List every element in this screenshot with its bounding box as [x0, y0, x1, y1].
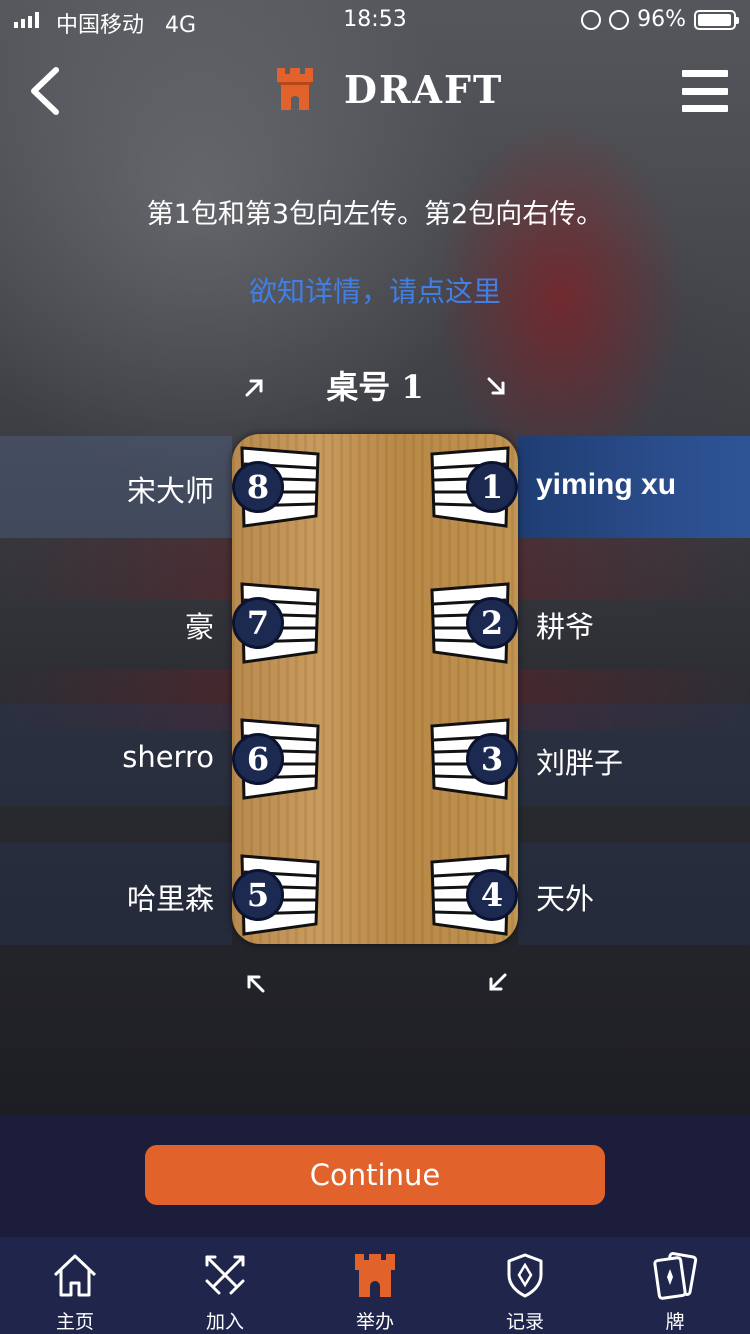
- shield-icon: [507, 1253, 543, 1298]
- tab-host[interactable]: 举办: [300, 1237, 450, 1334]
- seat-player-name: 豪: [184, 610, 214, 644]
- seat-player-name: 天外: [536, 882, 595, 916]
- seat-8: 8: [232, 444, 332, 530]
- seat-number: 1: [466, 461, 518, 513]
- seat-number: 6: [232, 733, 284, 785]
- seat-6: 6: [232, 716, 332, 802]
- battery-icon: [694, 9, 739, 30]
- seat-player-name: 耕爷: [536, 610, 595, 644]
- arrow-down-left-icon: [489, 973, 507, 991]
- tab-label: 主页: [55, 1311, 94, 1333]
- cards-icon: [653, 1252, 698, 1300]
- back-button[interactable]: [22, 62, 72, 120]
- seat-7: 7: [232, 580, 332, 666]
- seat-player-name: sherro: [122, 740, 214, 774]
- tab-label: 举办: [355, 1311, 394, 1333]
- chevron-left-icon: [31, 67, 59, 115]
- seat-player-name: 刘胖子: [536, 746, 624, 780]
- pass-direction-text: 第1包和第3包向左传。第2包向右传。: [146, 199, 604, 230]
- alarm-icon: [609, 9, 630, 30]
- continue-button[interactable]: Continue: [145, 1145, 605, 1205]
- status-bar: 中国移动 4G 18:53 96%: [0, 0, 750, 40]
- seat-player-name-current: yiming xu: [536, 468, 677, 501]
- seat-number: 2: [466, 597, 518, 649]
- arrow-down-right-icon: [487, 377, 505, 395]
- header-title: DRAFT: [276, 66, 503, 112]
- seat-player-name: 哈里森: [126, 882, 214, 916]
- battery-percent: 96%: [637, 7, 686, 32]
- orientation-lock-icon: [581, 9, 602, 30]
- castle-tower-icon: [277, 68, 313, 110]
- seat-3: 3: [418, 716, 518, 802]
- tab-label: 记录: [505, 1311, 544, 1333]
- seat-5: 5: [232, 852, 332, 938]
- seat-player-name: 宋大师: [126, 474, 214, 508]
- seat-4: 4: [418, 852, 518, 938]
- home-icon: [53, 1254, 97, 1297]
- seat-number: 4: [466, 869, 518, 921]
- seat-number: 5: [232, 869, 284, 921]
- tab-records[interactable]: 记录: [450, 1237, 600, 1334]
- status-icons: 96%: [581, 7, 739, 32]
- crossed-swords-icon: [205, 1255, 245, 1295]
- seat-number: 8: [232, 461, 284, 513]
- tab-join[interactable]: 加入: [150, 1237, 300, 1334]
- seat-number: 3: [466, 733, 518, 785]
- page-title: DRAFT: [344, 66, 504, 112]
- tab-home[interactable]: 主页: [0, 1237, 150, 1334]
- arrow-up-left-icon: [247, 975, 265, 993]
- arrow-up-right-icon: [245, 379, 263, 397]
- tab-cards[interactable]: 牌: [600, 1237, 750, 1334]
- table-number: 桌号 1: [326, 368, 424, 406]
- castle-tower-icon: [355, 1254, 395, 1297]
- seat-2: 2: [418, 580, 518, 666]
- tab-label: 牌: [665, 1311, 685, 1333]
- seat-number: 7: [232, 597, 284, 649]
- menu-button[interactable]: [682, 70, 728, 112]
- hamburger-menu-icon: [682, 70, 728, 77]
- seat-1: 1: [418, 444, 518, 530]
- details-link[interactable]: 欲知详情，请点这里: [0, 270, 750, 310]
- tab-label: 加入: [205, 1311, 244, 1333]
- tab-bar: 主页 加入 举办 记录 牌: [0, 1237, 750, 1334]
